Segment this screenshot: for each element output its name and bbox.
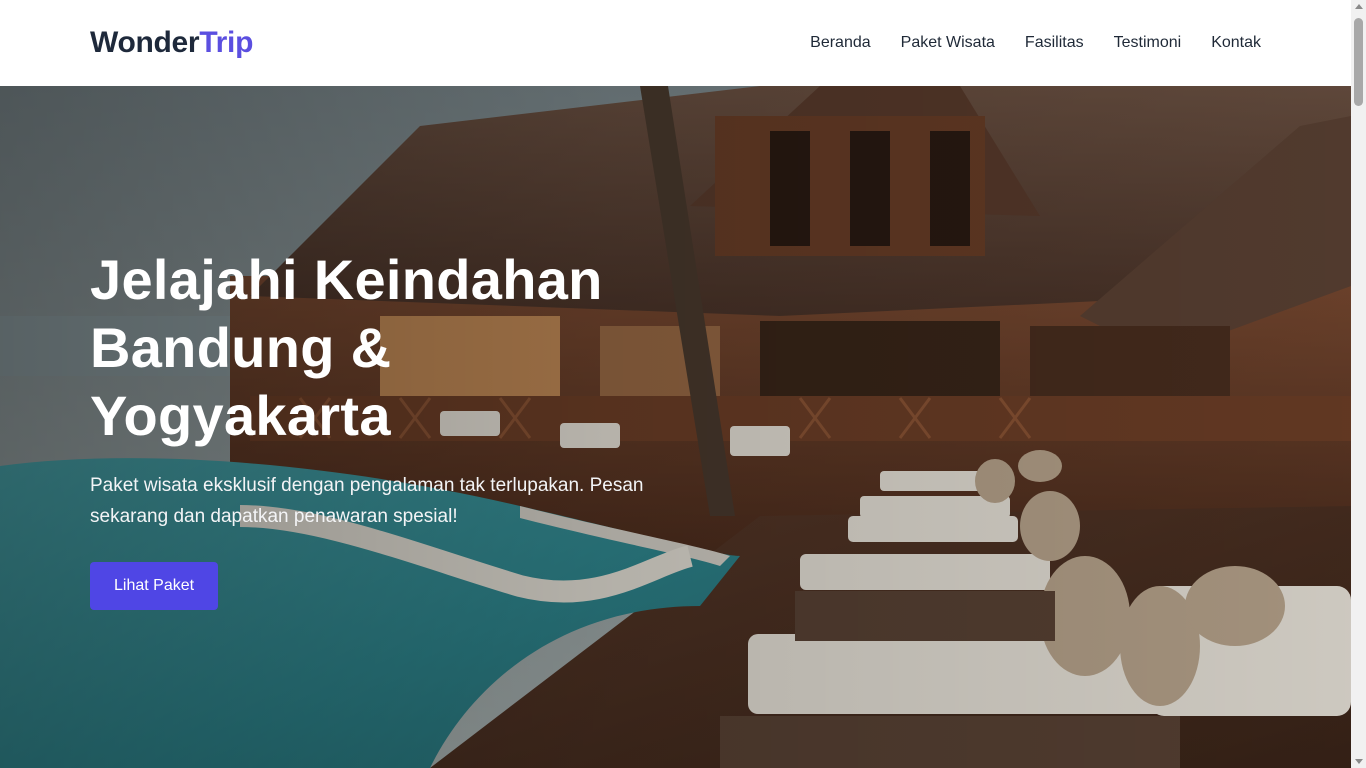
brand-logo[interactable]: WonderTrip: [90, 28, 253, 58]
nav-link-paket-wisata[interactable]: Paket Wisata: [901, 34, 995, 52]
nav-link-beranda[interactable]: Beranda: [810, 34, 871, 52]
brand-name-accent: Trip: [199, 26, 254, 59]
hero-subtitle: Paket wisata eksklusif dengan pengalaman…: [90, 475, 644, 527]
hero-section: Jelajahi Keindahan Bandung & Yogyakarta …: [0, 86, 1351, 768]
nav-link-kontak[interactable]: Kontak: [1211, 34, 1261, 52]
nav-link-testimoni[interactable]: Testimoni: [1114, 34, 1182, 52]
hero-title-line-3: Yogyakarta: [90, 384, 391, 447]
page-scrollbar[interactable]: [1351, 0, 1366, 768]
hero-title-line-1: Jelajahi Keindahan: [90, 248, 603, 311]
hero-content: Jelajahi Keindahan Bandung & Yogyakarta …: [90, 246, 690, 610]
page: WonderTrip Beranda Paket Wisata Fasilita…: [0, 0, 1351, 768]
lihat-paket-button[interactable]: Lihat Paket: [90, 562, 219, 610]
nav-link-fasilitas[interactable]: Fasilitas: [1025, 34, 1084, 52]
hero-title-line-2: Bandung &: [90, 316, 392, 379]
hero-title: Jelajahi Keindahan Bandung & Yogyakarta: [90, 246, 690, 450]
main-nav: Beranda Paket Wisata Fasilitas Testimoni…: [810, 34, 1261, 52]
navbar: WonderTrip Beranda Paket Wisata Fasilita…: [0, 0, 1351, 86]
scroll-up-arrow-icon[interactable]: [1355, 4, 1363, 9]
brand-name-primary: Wonder: [90, 26, 200, 59]
scroll-thumb[interactable]: [1354, 18, 1363, 106]
scroll-down-arrow-icon[interactable]: [1355, 759, 1363, 764]
